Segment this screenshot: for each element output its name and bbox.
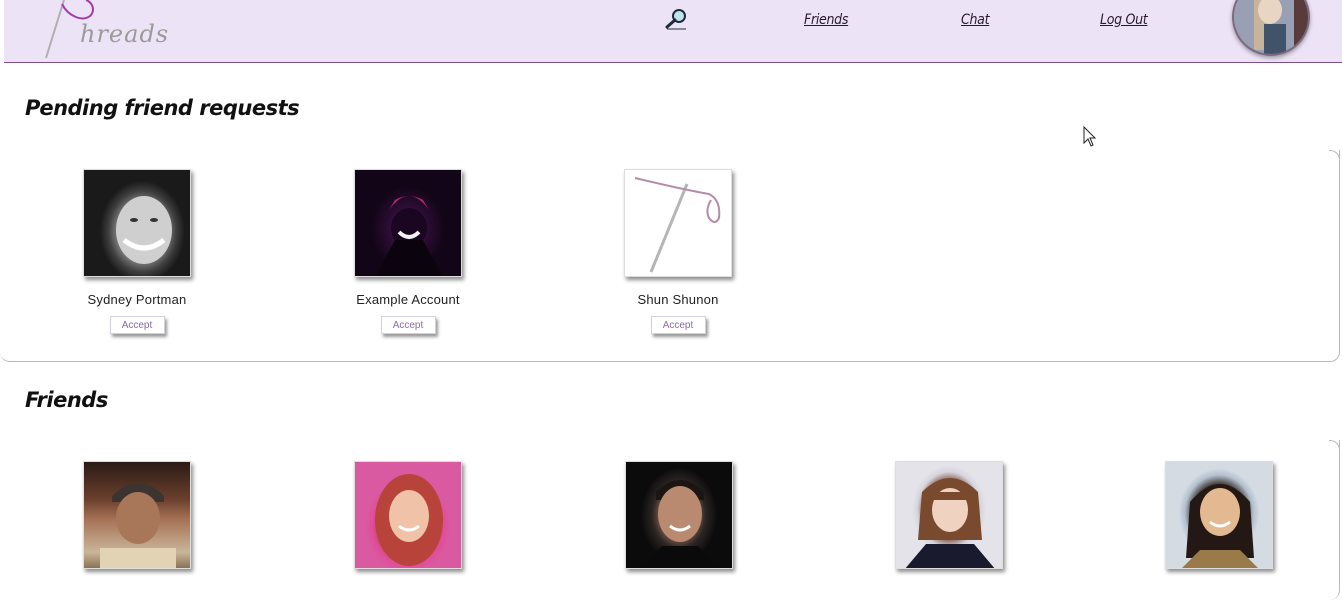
- request-card: Shun Shunon Accept: [593, 169, 763, 334]
- friend-card: [1134, 461, 1304, 569]
- request-name: Sydney Portman: [87, 292, 187, 307]
- friend-photo[interactable]: [1165, 461, 1273, 569]
- accept-button[interactable]: Accept: [650, 316, 706, 334]
- friend-photo[interactable]: [625, 461, 733, 569]
- friend-card: [52, 461, 222, 569]
- site-logo[interactable]: hreads: [38, 0, 168, 60]
- user-avatar[interactable]: [1232, 0, 1310, 56]
- friend-card: [323, 461, 493, 569]
- mouse-cursor-icon: [1083, 126, 1097, 147]
- search-button[interactable]: [664, 8, 688, 30]
- friends-title: Friends: [25, 388, 108, 412]
- logo-text: hreads: [80, 20, 170, 48]
- friends-panel: [0, 440, 1340, 600]
- magnifier-icon: [665, 9, 686, 30]
- profile-photo[interactable]: [354, 169, 462, 277]
- request-name: Example Account: [356, 292, 460, 307]
- nav-chat-link[interactable]: Chat: [961, 12, 990, 28]
- pending-requests-title: Pending friend requests: [25, 96, 300, 120]
- accept-button[interactable]: Accept: [380, 316, 436, 334]
- profile-photo[interactable]: [624, 169, 732, 277]
- pending-requests-panel: Sydney Portman Accept Example Account Ac…: [0, 150, 1340, 362]
- request-card: Example Account Accept: [323, 169, 493, 334]
- friend-card: [594, 461, 764, 569]
- friend-photo[interactable]: [83, 461, 191, 569]
- request-card: Sydney Portman Accept: [52, 169, 222, 334]
- friend-photo[interactable]: [354, 461, 462, 569]
- nav-logout-link[interactable]: Log Out: [1100, 12, 1148, 28]
- top-nav-bar: hreads Friends Chat Log Out: [4, 0, 1342, 63]
- avatar-photo: [1234, 0, 1308, 54]
- friend-photo[interactable]: [895, 461, 1003, 569]
- needle-thread-icon: [634, 177, 721, 273]
- friend-card: [864, 461, 1034, 569]
- accept-button[interactable]: Accept: [109, 316, 165, 334]
- profile-photo[interactable]: [83, 169, 191, 277]
- request-name: Shun Shunon: [637, 292, 719, 307]
- nav-friends-link[interactable]: Friends: [804, 12, 848, 28]
